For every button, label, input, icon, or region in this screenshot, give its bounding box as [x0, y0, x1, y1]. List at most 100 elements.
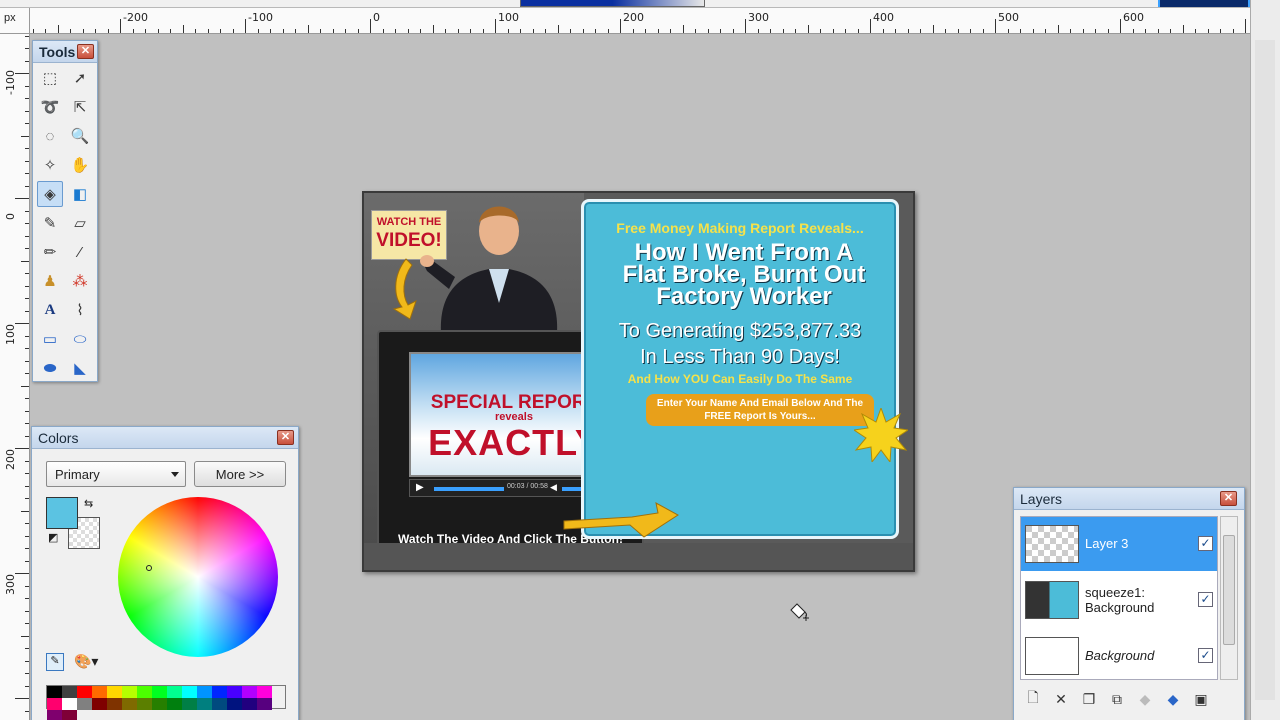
gradient-icon[interactable]: ◧ — [67, 181, 93, 207]
ruler-label: 100 — [4, 324, 17, 345]
palette-swatch[interactable] — [137, 698, 152, 710]
paintbrush-icon[interactable]: ✎ — [37, 210, 63, 236]
palette-swatch[interactable] — [92, 686, 107, 698]
palette-swatch[interactable] — [212, 698, 227, 710]
palette-swatch[interactable] — [227, 686, 242, 698]
video-progress-bar[interactable] — [434, 487, 504, 491]
scrollbar-track[interactable] — [1255, 40, 1275, 700]
color-palette[interactable] — [46, 685, 286, 720]
color-wheel[interactable] — [118, 497, 278, 657]
ruler-label: -100 — [248, 11, 273, 24]
palette-swatch[interactable] — [77, 698, 92, 710]
freeform-shape-icon[interactable]: ◣ — [67, 355, 93, 381]
palette-swatch[interactable] — [107, 698, 122, 710]
color-wheel-marker[interactable] — [146, 565, 152, 571]
tolerance-slider[interactable] — [520, 0, 705, 7]
paint-bucket-icon[interactable]: ◈ — [37, 181, 63, 207]
palette-swatch[interactable] — [62, 686, 77, 698]
palette-swatch[interactable] — [197, 698, 212, 710]
vertical-scrollbar[interactable] — [1250, 0, 1280, 720]
lasso-select-icon[interactable]: ➰ — [37, 94, 63, 120]
volume-icon[interactable]: ◀ — [550, 482, 557, 493]
palette-swatch[interactable] — [107, 686, 122, 698]
ruler-unit: px — [0, 8, 30, 34]
reset-colors-icon[interactable]: ◩ — [48, 531, 58, 544]
add-layer-icon[interactable]: 🗋 — [1022, 688, 1044, 710]
ellipse-select-icon[interactable]: ◌ — [37, 123, 63, 149]
palette-swatch[interactable] — [137, 686, 152, 698]
move-selected-icon[interactable]: ⇱ — [67, 94, 93, 120]
layers-panel-title[interactable]: Layers ✕ — [1014, 488, 1244, 510]
layer-list: Layer 3 ✓ squeeze1: Background ✓ Backgro… — [1020, 516, 1218, 680]
eraser-icon[interactable]: ▱ — [67, 210, 93, 236]
palette-swatch[interactable] — [182, 698, 197, 710]
palette-swatch[interactable] — [257, 686, 272, 698]
image-thumbnail[interactable] — [1158, 0, 1250, 7]
palette-swatch[interactable] — [167, 698, 182, 710]
layer-row-squeeze1[interactable]: squeeze1: Background ✓ — [1021, 573, 1217, 627]
palette-swatch[interactable] — [167, 686, 182, 698]
text-icon[interactable]: A — [37, 297, 63, 323]
ruler-tick — [25, 185, 29, 187]
zoom-icon[interactable]: 🔍 — [67, 123, 93, 149]
close-icon[interactable]: ✕ — [1220, 491, 1237, 506]
ellipse-icon[interactable]: ⬬ — [37, 355, 63, 381]
ruler-tick — [25, 398, 29, 399]
palette-swatch[interactable] — [62, 710, 77, 720]
rectangle-icon[interactable]: ▭ — [37, 326, 63, 352]
palette-swatch[interactable] — [212, 686, 227, 698]
rectangle-select-icon[interactable]: ⬚ — [37, 65, 63, 91]
color-picker-icon[interactable]: ⁄ — [67, 239, 93, 265]
palette-menu-icon[interactable]: 🎨▾ — [74, 653, 98, 670]
layers-scrollbar[interactable] — [1220, 516, 1238, 680]
primary-color-swatch[interactable] — [46, 497, 78, 529]
colors-panel-title[interactable]: Colors ✕ — [32, 427, 298, 449]
swap-colors-icon[interactable]: ⇆ — [84, 497, 93, 510]
close-icon[interactable]: ✕ — [77, 44, 94, 59]
palette-swatch[interactable] — [77, 686, 92, 698]
move-layer-up-icon[interactable]: ◆ — [1134, 688, 1156, 710]
line-curve-icon[interactable]: ⌇ — [67, 297, 93, 323]
palette-swatch[interactable] — [197, 686, 212, 698]
delete-layer-icon[interactable]: ✕ — [1050, 688, 1072, 710]
recolor-icon[interactable]: ⁂ — [67, 268, 93, 294]
palette-swatch[interactable] — [47, 698, 62, 710]
add-to-palette-icon[interactable]: ✎ — [46, 653, 64, 671]
palette-swatch[interactable] — [242, 686, 257, 698]
palette-swatch[interactable] — [122, 698, 137, 710]
move-selection-icon[interactable]: ➚ — [67, 65, 93, 91]
palette-swatch[interactable] — [47, 686, 62, 698]
close-icon[interactable]: ✕ — [277, 430, 294, 445]
palette-swatch[interactable] — [152, 698, 167, 710]
palette-swatch[interactable] — [182, 686, 197, 698]
image-canvas[interactable]: WATCH THE VIDEO! SPECIAL REPORT reveals … — [362, 191, 915, 572]
merge-layer-icon[interactable]: ⧉ — [1106, 688, 1128, 710]
palette-swatch[interactable] — [242, 698, 257, 710]
palette-swatch[interactable] — [92, 698, 107, 710]
pencil-icon[interactable]: ✏ — [37, 239, 63, 265]
layer-row-layer-3[interactable]: Layer 3 ✓ — [1021, 517, 1217, 571]
layer-properties-icon[interactable]: ▣ — [1190, 688, 1212, 710]
move-layer-down-icon[interactable]: ◆ — [1162, 688, 1184, 710]
palette-swatch[interactable] — [257, 698, 272, 710]
palette-swatch[interactable] — [227, 698, 242, 710]
layer-row-background[interactable]: Background ✓ — [1021, 629, 1217, 683]
play-icon[interactable]: ▶ — [416, 482, 424, 493]
palette-swatch[interactable] — [62, 698, 77, 710]
palette-swatch[interactable] — [47, 710, 62, 720]
palette-swatch[interactable] — [152, 686, 167, 698]
rounded-rectangle-icon[interactable]: ⬭ — [67, 326, 93, 352]
clone-stamp-icon[interactable]: ♟ — [37, 268, 63, 294]
duplicate-layer-icon[interactable]: ❐ — [1078, 688, 1100, 710]
pan-icon[interactable]: ✋ — [67, 152, 93, 178]
more-button[interactable]: More >> — [194, 461, 286, 487]
layer-visibility-checkbox[interactable]: ✓ — [1198, 592, 1213, 607]
layer-visibility-checkbox[interactable]: ✓ — [1198, 648, 1213, 663]
layer-visibility-checkbox[interactable]: ✓ — [1198, 536, 1213, 551]
scrollbar-thumb[interactable] — [1223, 535, 1235, 645]
magic-wand-icon[interactable]: ✧ — [37, 152, 63, 178]
yellow-arrow-icon — [392, 258, 417, 320]
color-mode-dropdown[interactable]: Primary — [46, 461, 186, 487]
tools-panel-title[interactable]: Tools ✕ — [33, 41, 97, 63]
palette-swatch[interactable] — [122, 686, 137, 698]
